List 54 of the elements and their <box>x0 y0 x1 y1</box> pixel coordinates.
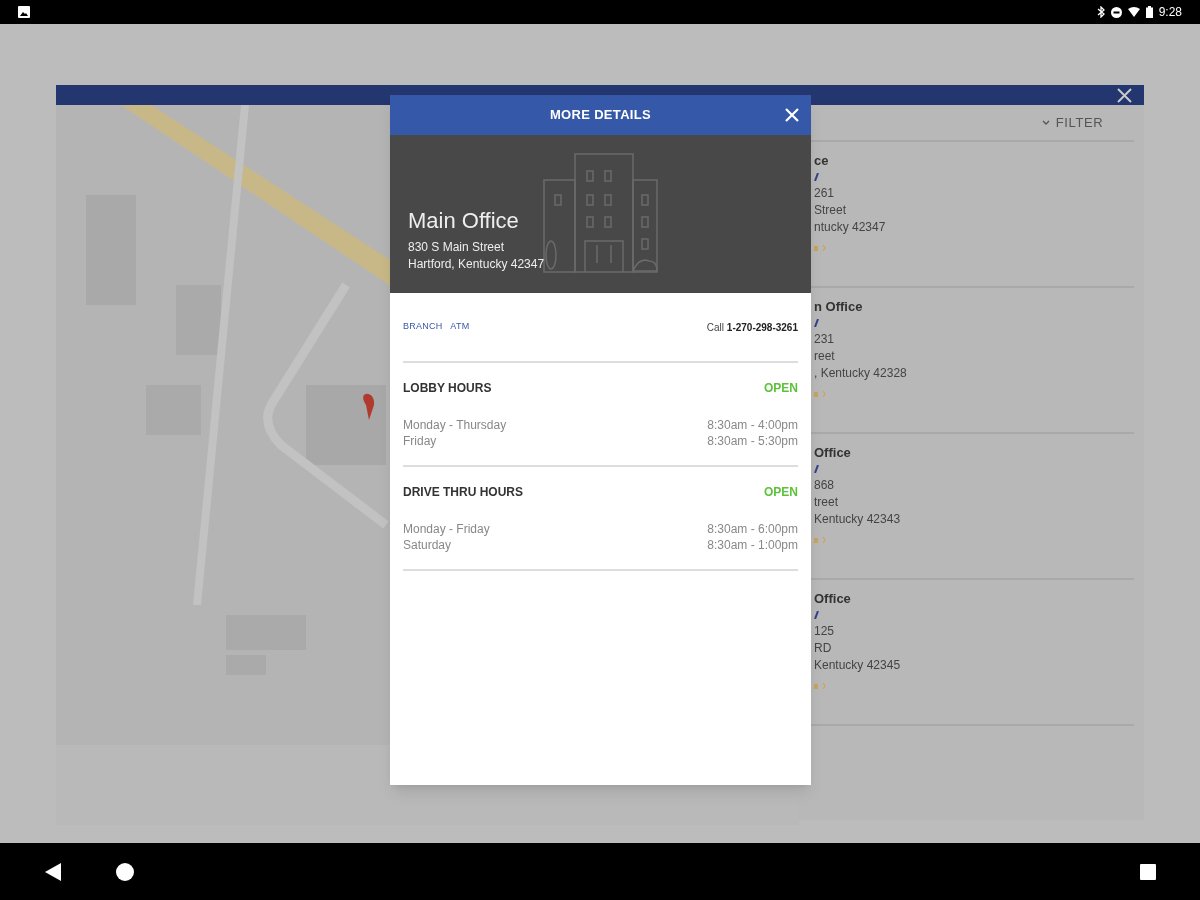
back-icon <box>45 862 61 881</box>
do-not-disturb-icon <box>1110 6 1122 18</box>
hours-days: Monday - Thursday <box>403 417 507 433</box>
recents-button[interactable] <box>1140 863 1156 880</box>
close-button[interactable] <box>783 106 801 124</box>
location-street: Street <box>814 202 847 219</box>
battery-icon <box>1145 6 1153 18</box>
hours-days: Monday - Friday <box>403 521 490 537</box>
location-city: ntucky 42347 <box>814 219 887 236</box>
close-button[interactable] <box>1114 85 1134 105</box>
call-link[interactable]: Call 1-270-298-3261 <box>706 319 798 335</box>
location-name: n Office <box>814 298 864 315</box>
location-street: RD <box>814 640 833 657</box>
home-button[interactable] <box>116 862 134 881</box>
service-tag: BRANCH <box>403 320 443 334</box>
address-line: 830 S Main Street <box>408 239 506 256</box>
open-status: OPEN <box>764 380 798 397</box>
hours-time: 8:30am - 6:00pm <box>707 521 798 537</box>
hours-time: 8:30am - 4:00pm <box>707 417 798 433</box>
clock-time: 9:28 <box>1158 4 1182 21</box>
chevron-down-icon <box>1041 119 1050 126</box>
branch-name: Main Office <box>408 207 520 235</box>
hours-days: Saturday <box>403 537 452 553</box>
open-status: OPEN <box>764 484 798 501</box>
hours-time: 8:30am - 1:00pm <box>707 537 798 553</box>
location-name: Office <box>814 444 852 461</box>
location-city: Kentucky 42343 <box>814 511 902 528</box>
location-phone: 125 <box>814 623 836 640</box>
section-title: LOBBY HOURS <box>403 380 492 397</box>
back-button[interactable] <box>45 862 61 881</box>
address-line: Hartford, Kentucky 42347 <box>408 256 546 273</box>
location-city: , Kentucky 42328 <box>814 365 908 382</box>
location-phone: 231 <box>814 331 836 348</box>
wifi-icon <box>1127 7 1140 17</box>
dialog-title: MORE DETAILS <box>549 106 652 125</box>
filter-button[interactable]: FILTER <box>1041 112 1104 133</box>
location-street: reet <box>814 348 836 365</box>
location-phone: 868 <box>814 477 836 494</box>
hours-days: Friday <box>403 433 437 449</box>
close-icon <box>785 108 799 122</box>
service-tag: ATM <box>450 320 470 334</box>
location-name: ce <box>814 152 830 169</box>
location-city: Kentucky 42345 <box>814 657 902 674</box>
building-icon <box>543 153 659 275</box>
close-icon <box>1116 87 1132 103</box>
hours-time: 8:30am - 5:30pm <box>707 433 798 449</box>
bluetooth-icon <box>1096 6 1105 18</box>
recents-icon <box>1140 863 1156 880</box>
home-icon <box>116 862 134 881</box>
location-name: Office <box>814 590 852 607</box>
section-title: DRIVE THRU HOURS <box>403 484 523 501</box>
location-street: treet <box>814 494 839 511</box>
image-icon <box>18 6 30 18</box>
location-phone: 261 <box>814 185 836 202</box>
